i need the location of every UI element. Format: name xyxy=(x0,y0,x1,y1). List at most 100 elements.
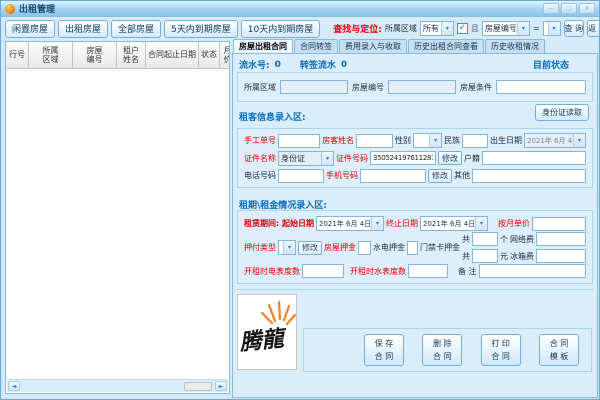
phone-input[interactable] xyxy=(278,169,324,183)
birth-date-picker[interactable]: 2021年 6月 4日 ▾ xyxy=(524,133,586,148)
cert-no-label: 证件号码 xyxy=(336,153,368,164)
tab-history-rent[interactable]: 历史收租情况 xyxy=(485,39,545,53)
remark-input[interactable] xyxy=(479,264,586,278)
all-houses-button[interactable]: 全部房屋 xyxy=(111,20,161,38)
col-house-number[interactable]: 房屋 编号 xyxy=(73,42,117,69)
registry-label: 户籍 xyxy=(464,153,480,164)
col-row-number[interactable]: 行号 xyxy=(6,42,29,69)
gender-label: 性别 xyxy=(395,135,411,146)
cert-name-select[interactable]: 身份证 ▾ xyxy=(278,151,334,166)
mobile-modify-button[interactable]: 修改 xyxy=(428,169,452,183)
maximize-button[interactable]: ▢ xyxy=(561,3,577,14)
contract-area: 房屋出租合同 合同转签 费用录入与收取 历史出租合同查看 历史收租情况 流水号:… xyxy=(232,39,598,398)
fridge-fee-input[interactable] xyxy=(536,249,586,263)
delete-contract-button[interactable]: 删 除 合 同 xyxy=(422,334,462,366)
chevron-down-icon[interactable]: ▾ xyxy=(371,217,383,230)
close-button[interactable]: ✕ xyxy=(579,3,595,14)
search-region-select[interactable]: 所有 ▾ xyxy=(420,21,454,36)
tab-rental-contract[interactable]: 房屋出租合同 xyxy=(233,39,293,53)
end-date-picker[interactable]: 2021年 6月 4日 ▾ xyxy=(420,216,488,231)
rental-contract-panel: 流水号: 0 转签流水 0 目前状态 所属区域 房屋编号 房屋条件 租客信息录入… xyxy=(232,53,598,398)
unit-amount-label: 元 xyxy=(500,251,508,262)
other-label: 其他 xyxy=(454,170,470,181)
save-contract-button[interactable]: 保 存 合 同 xyxy=(364,334,404,366)
other-input[interactable] xyxy=(472,169,586,183)
chevron-down-icon[interactable]: ▾ xyxy=(548,22,560,35)
col-region[interactable]: 所属 区域 xyxy=(29,42,73,69)
id-card-read-button[interactable]: 身份证读取 xyxy=(535,104,589,121)
scroll-left-icon[interactable]: ◄ xyxy=(8,381,20,391)
start-date-picker[interactable]: 2021年 6月 4日 ▾ xyxy=(316,216,384,231)
logo-text: 腾龍 xyxy=(238,325,289,356)
house-region-label: 所属区域 xyxy=(244,82,276,93)
card-amount-input[interactable] xyxy=(472,249,498,263)
gender-select[interactable]: ▾ xyxy=(413,133,442,148)
chevron-down-icon[interactable]: ▾ xyxy=(429,134,441,147)
check-icon: ✓ xyxy=(459,24,467,33)
chevron-down-icon[interactable]: ▾ xyxy=(321,152,333,165)
deposit-type-select[interactable]: ▾ xyxy=(278,240,296,255)
current-status-label: 目前状态 xyxy=(533,58,569,71)
horizontal-scrollbar[interactable]: ◄ ► xyxy=(7,379,228,392)
tab-history-contracts[interactable]: 历史出租合同查看 xyxy=(408,39,484,53)
and-label: 且 xyxy=(471,23,479,34)
due-10days-button[interactable]: 10天内到期房屋 xyxy=(241,20,320,38)
idle-houses-button[interactable]: 闲置房屋 xyxy=(5,20,55,38)
serial-row: 流水号: 0 转签流水 0 目前状态 xyxy=(239,58,589,71)
monthly-price-input[interactable] xyxy=(532,217,586,231)
rented-houses-button[interactable]: 出租房屋 xyxy=(58,20,108,38)
chevron-down-icon[interactable]: ▾ xyxy=(475,217,487,230)
and-checkbox[interactable]: ✓ xyxy=(457,23,468,34)
network-fee-label: 网络费 xyxy=(510,234,534,245)
scroll-right-icon[interactable]: ► xyxy=(215,381,227,391)
house-list-table[interactable]: 行号 所属 区域 房屋 编号 租户 姓名 合同起止日期 状态 月 价 ◄ ► xyxy=(5,41,230,394)
utility-deposit-label: 水电押金 xyxy=(373,242,405,253)
search-field-select[interactable]: 房屋编号 ▾ xyxy=(482,21,530,36)
minimize-button[interactable]: — xyxy=(543,3,559,14)
ethnic-input[interactable] xyxy=(462,134,488,148)
electric-meter-input[interactable] xyxy=(302,264,344,278)
action-button-strip: 保 存 合 同 删 除 合 同 打 印 合 同 合 同 模 板 xyxy=(303,328,592,372)
cert-no-modify-button[interactable]: 修改 xyxy=(438,151,462,165)
deposit-modify-button[interactable]: 修改 xyxy=(298,241,322,255)
cert-name-label: 证件名称 xyxy=(244,153,276,164)
house-region-input[interactable] xyxy=(280,80,348,94)
phone-label: 电话号码 xyxy=(244,170,276,181)
registry-input[interactable] xyxy=(482,151,586,165)
card-count-input[interactable] xyxy=(472,232,498,246)
cert-no-input[interactable] xyxy=(370,151,436,165)
print-contract-button[interactable]: 打 印 合 同 xyxy=(481,334,521,366)
search-keyword-combo[interactable]: ▾ xyxy=(543,21,561,36)
house-condition-label: 房屋条件 xyxy=(460,82,492,93)
col-status[interactable]: 状态 xyxy=(199,42,220,69)
col-tenant-name[interactable]: 租户 姓名 xyxy=(117,42,146,69)
rent-period-label: 租赁期间: 起始日期 xyxy=(244,218,314,229)
query-button[interactable]: 查 询 xyxy=(564,20,585,37)
rent-info-group: 租赁期间: 起始日期 2021年 6月 4日 ▾ 终止日期 2021年 6月 4… xyxy=(237,210,593,284)
chevron-down-icon[interactable]: ▾ xyxy=(517,22,529,35)
house-deposit-input[interactable] xyxy=(358,241,371,255)
due-5days-button[interactable]: 5天内到期房屋 xyxy=(164,20,238,38)
chevron-down-icon[interactable]: ▾ xyxy=(441,22,453,35)
tab-contract-transfer[interactable]: 合同转签 xyxy=(294,39,338,53)
chevron-down-icon[interactable]: ▾ xyxy=(283,241,295,254)
total-label: 共 xyxy=(462,251,470,262)
contract-template-button[interactable]: 合 同 模 板 xyxy=(539,334,579,366)
transfer-serial-value: 0 xyxy=(341,60,347,70)
col-monthly-price[interactable]: 月 价 xyxy=(220,42,230,69)
scrollbar-thumb[interactable] xyxy=(184,382,212,391)
house-number-input[interactable] xyxy=(388,80,456,94)
house-condition-input[interactable] xyxy=(496,80,586,94)
fridge-fee-label: 冰箱费 xyxy=(510,251,534,262)
tenant-name-input[interactable] xyxy=(356,134,393,148)
utility-deposit-input[interactable] xyxy=(407,241,418,255)
tab-fee-entry[interactable]: 费用录入与收取 xyxy=(339,39,407,53)
manual-no-input[interactable] xyxy=(278,134,320,148)
col-contract-dates[interactable]: 合同起止日期 xyxy=(146,42,199,69)
water-meter-input[interactable] xyxy=(408,264,448,278)
tab-bar: 房屋出租合同 合同转签 费用录入与收取 历史出租合同查看 历史收租情况 xyxy=(232,39,598,53)
network-fee-input[interactable] xyxy=(536,232,586,246)
return-button[interactable]: 返 回 xyxy=(587,20,600,37)
chevron-down-icon[interactable]: ▾ xyxy=(573,134,585,147)
mobile-input[interactable] xyxy=(360,169,426,183)
